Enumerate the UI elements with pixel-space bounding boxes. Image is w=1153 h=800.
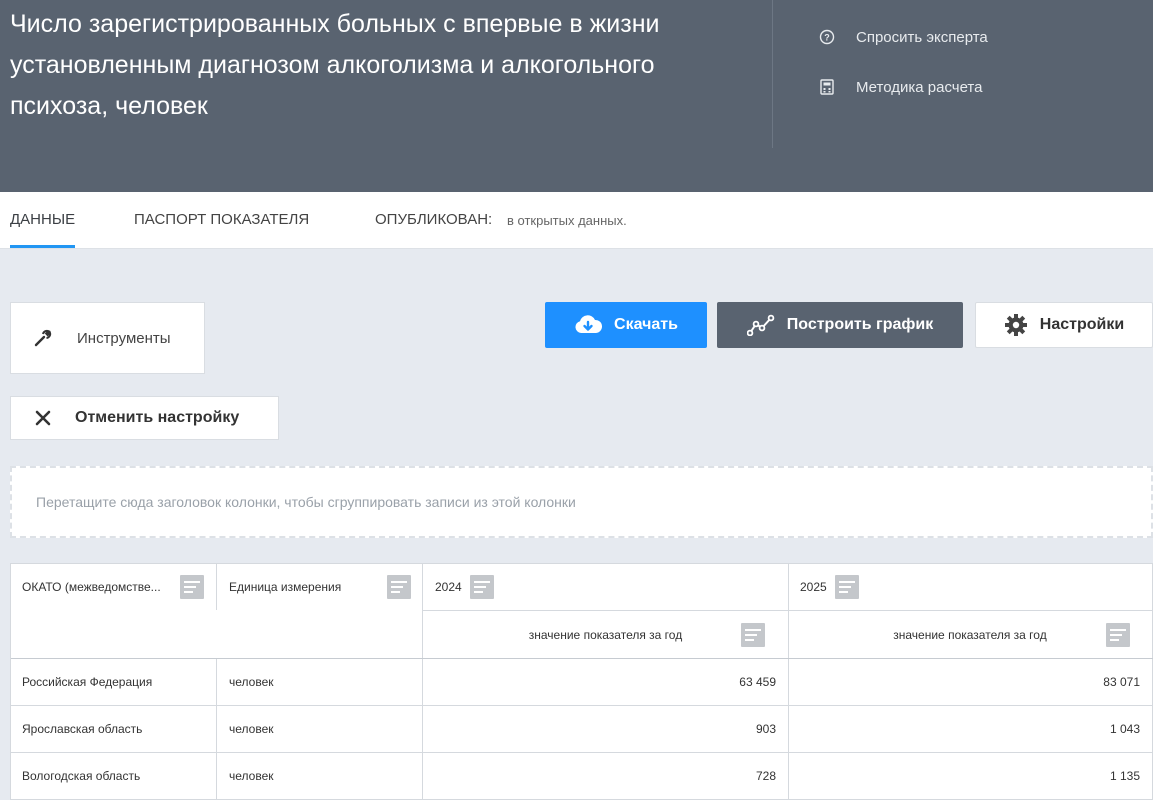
column-menu-icon[interactable] bbox=[387, 575, 411, 599]
table-row-region: Российская Федерация bbox=[22, 675, 153, 689]
grid-divider bbox=[216, 659, 217, 800]
subheader-2025-value[interactable]: значение показателя за год bbox=[789, 611, 1151, 658]
wrench-icon bbox=[31, 326, 55, 350]
data-grid: ОКАТО (межведомстве... Единица измерения… bbox=[10, 563, 1153, 800]
table-row-value-2024: 903 bbox=[755, 722, 776, 736]
grid-divider bbox=[216, 564, 217, 610]
gear-icon bbox=[1004, 313, 1028, 337]
settings-button[interactable]: Настройки bbox=[975, 302, 1153, 348]
header-divider bbox=[772, 0, 773, 148]
methodology-link[interactable]: Методика расчета bbox=[818, 75, 982, 99]
tab-data[interactable]: ДАННЫЕ bbox=[10, 192, 76, 248]
settings-label: Настройки bbox=[1039, 316, 1125, 333]
table-row-region: Вологодская область bbox=[22, 769, 141, 783]
group-drop-zone-text: Перетащите сюда заголовок колонки, чтобы… bbox=[36, 494, 576, 510]
ask-expert-label: Спросить эксперта bbox=[856, 28, 988, 46]
tab-passport[interactable]: ПАСПОРТ ПОКАЗАТЕЛЯ bbox=[134, 192, 309, 248]
build-chart-label: Построить график bbox=[786, 316, 934, 333]
column-menu-icon[interactable] bbox=[180, 575, 204, 599]
question-circle-icon: ? bbox=[818, 28, 836, 46]
download-button[interactable]: Скачать bbox=[545, 302, 707, 348]
cloud-download-icon bbox=[574, 315, 603, 335]
column-menu-icon[interactable] bbox=[835, 575, 859, 599]
tools-panel[interactable]: Инструменты bbox=[10, 302, 205, 374]
calculator-icon bbox=[818, 78, 836, 96]
column-header-2024[interactable]: 2024 bbox=[435, 564, 469, 610]
reset-settings-button[interactable]: Отменить настройку bbox=[10, 396, 279, 440]
reset-settings-label: Отменить настройку bbox=[75, 409, 240, 426]
subheader-2024-value[interactable]: значение показателя за год bbox=[423, 611, 788, 658]
column-menu-icon[interactable] bbox=[470, 575, 494, 599]
published-label: ОПУБЛИКОВАН: bbox=[375, 211, 493, 228]
column-header-2025[interactable]: 2025 bbox=[800, 564, 834, 610]
svg-text:?: ? bbox=[824, 33, 830, 43]
page-title: Число зарегистрированных больных с вперв… bbox=[10, 10, 660, 120]
table-row-value-2025: 83 071 bbox=[1103, 675, 1140, 689]
published-value: в открытых данных. bbox=[507, 213, 627, 228]
download-label: Скачать bbox=[614, 316, 678, 333]
column-menu-icon[interactable] bbox=[1106, 623, 1130, 647]
table-row-unit: человек bbox=[229, 769, 274, 783]
indicator-header: Число зарегистрированных больных с вперв… bbox=[0, 0, 1153, 192]
line-chart-icon bbox=[746, 314, 775, 336]
table-row-value-2024: 63 459 bbox=[739, 675, 776, 689]
tab-bar: ДАННЫЕ ПАСПОРТ ПОКАЗАТЕЛЯ ОПУБЛИКОВАН: в… bbox=[0, 192, 1153, 249]
build-chart-button[interactable]: Построить график bbox=[717, 302, 963, 348]
close-icon bbox=[35, 410, 51, 426]
table-row-unit: человек bbox=[229, 675, 274, 689]
table-row-region: Ярославская область bbox=[22, 722, 143, 736]
column-header-okato[interactable]: ОКАТО (межведомстве... bbox=[22, 564, 177, 610]
column-header-unit[interactable]: Единица измерения bbox=[229, 564, 389, 610]
table-row-unit: человек bbox=[229, 722, 274, 736]
tools-label: Инструменты bbox=[77, 329, 171, 347]
table-row-value-2025: 1 135 bbox=[1109, 769, 1140, 783]
column-menu-icon[interactable] bbox=[741, 623, 765, 647]
methodology-label: Методика расчета bbox=[856, 78, 983, 96]
table-row-value-2025: 1 043 bbox=[1109, 722, 1140, 736]
table-row-value-2024: 728 bbox=[755, 769, 776, 783]
ask-expert-link[interactable]: ? Спросить эксперта bbox=[818, 25, 988, 49]
group-drop-zone[interactable]: Перетащите сюда заголовок колонки, чтобы… bbox=[10, 466, 1153, 538]
